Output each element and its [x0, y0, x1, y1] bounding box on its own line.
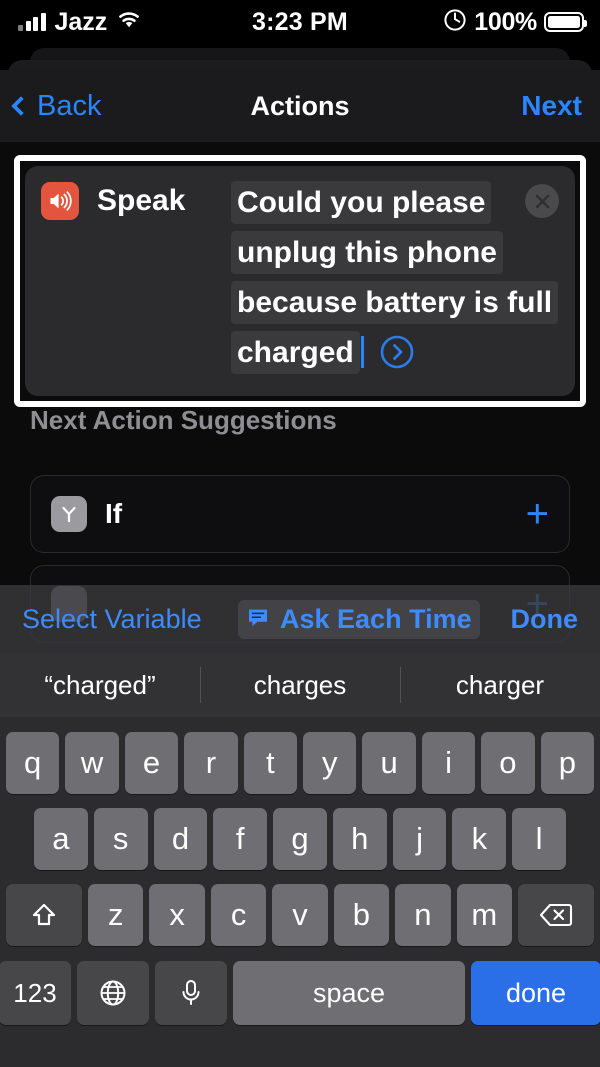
key-f[interactable]: f: [213, 808, 268, 870]
key-v[interactable]: v: [272, 884, 328, 946]
key-u[interactable]: u: [362, 732, 416, 794]
key-b[interactable]: b: [333, 884, 390, 946]
prediction-1[interactable]: “charged”: [0, 653, 200, 717]
keyboard-keys: q w e r t y u i o p a s d f g h j k l z …: [0, 717, 600, 1067]
numbers-key[interactable]: 123: [0, 961, 71, 1025]
keyboard-done-button[interactable]: Done: [511, 604, 579, 635]
key-a[interactable]: a: [33, 808, 88, 870]
speak-action-card[interactable]: Speak Could you please unplug this phone…: [25, 166, 575, 396]
key-n[interactable]: n: [395, 884, 451, 946]
key-r[interactable]: r: [184, 732, 238, 794]
branch-if-icon: [51, 496, 87, 532]
key-g[interactable]: g: [273, 808, 327, 870]
microphone-icon[interactable]: [155, 961, 227, 1025]
key-x[interactable]: x: [149, 884, 205, 946]
shift-icon[interactable]: [6, 884, 83, 946]
predictive-text-bar: “charged” charges charger: [0, 653, 600, 717]
key-q[interactable]: q: [5, 732, 60, 794]
keyboard-row-2: a s d f g h j k l: [3, 801, 597, 877]
page-title: Actions: [250, 90, 350, 121]
close-icon[interactable]: [525, 184, 559, 218]
suggestion-row-if[interactable]: If +: [30, 475, 570, 553]
key-w[interactable]: w: [65, 732, 119, 794]
rotation-lock-icon: [443, 8, 467, 37]
key-y[interactable]: y: [303, 732, 357, 794]
status-bar-right: 100%: [443, 0, 587, 44]
chevron-right-circle-icon[interactable]: [378, 333, 416, 371]
key-z[interactable]: z: [88, 884, 144, 946]
backspace-icon[interactable]: [517, 884, 594, 946]
speaker-wave-icon: [41, 182, 79, 220]
status-bar: Jazz 3:23 PM 100%: [0, 0, 600, 44]
speak-text-field[interactable]: Could you please unplug this phone becau…: [231, 178, 559, 378]
globe-icon[interactable]: [77, 961, 149, 1025]
done-key[interactable]: done: [471, 961, 600, 1025]
select-variable-button[interactable]: Select Variable: [22, 604, 202, 635]
keyboard: Select Variable Ask Each Time Done “char…: [0, 585, 600, 1067]
prediction-2[interactable]: charges: [200, 653, 400, 717]
key-l[interactable]: l: [512, 808, 567, 870]
key-j[interactable]: j: [392, 808, 447, 870]
speech-bubble-icon: [246, 606, 270, 633]
action-name-label: Speak: [97, 184, 186, 217]
suggestions-header: Next Action Suggestions: [30, 405, 337, 435]
phone-screen: Jazz 3:23 PM 100% Back Actions Next Spea…: [0, 0, 600, 1067]
key-i[interactable]: i: [421, 732, 476, 794]
key-m[interactable]: m: [456, 884, 512, 946]
keyboard-row-3: z x c v b n m: [3, 877, 597, 953]
key-o[interactable]: o: [481, 732, 535, 794]
key-p[interactable]: p: [540, 732, 595, 794]
next-button[interactable]: Next: [521, 90, 582, 122]
action-focus-outline: Speak Could you please unplug this phone…: [14, 155, 586, 407]
battery-percent-label: 100%: [474, 7, 537, 36]
navigation-bar: Back Actions Next: [0, 70, 600, 142]
ask-each-time-button[interactable]: Ask Each Time: [238, 599, 480, 639]
key-c[interactable]: c: [210, 884, 267, 946]
key-t[interactable]: t: [243, 732, 297, 794]
key-d[interactable]: d: [153, 808, 208, 870]
key-e[interactable]: e: [124, 732, 179, 794]
key-k[interactable]: k: [452, 808, 507, 870]
key-h[interactable]: h: [332, 808, 387, 870]
text-caret: [360, 336, 364, 368]
plus-icon[interactable]: +: [526, 494, 549, 534]
keyboard-row-1: q w e r t y u i o p: [3, 725, 597, 801]
ask-each-time-label: Ask Each Time: [280, 603, 472, 634]
key-s[interactable]: s: [93, 808, 148, 870]
keyboard-row-4: 123 space done: [0, 953, 600, 1033]
space-key[interactable]: space: [233, 961, 465, 1025]
keyboard-accessory-bar: Select Variable Ask Each Time Done: [0, 585, 600, 653]
prediction-3[interactable]: charger: [400, 653, 600, 717]
suggestion-label: If: [105, 498, 123, 529]
battery-icon: [544, 12, 587, 32]
